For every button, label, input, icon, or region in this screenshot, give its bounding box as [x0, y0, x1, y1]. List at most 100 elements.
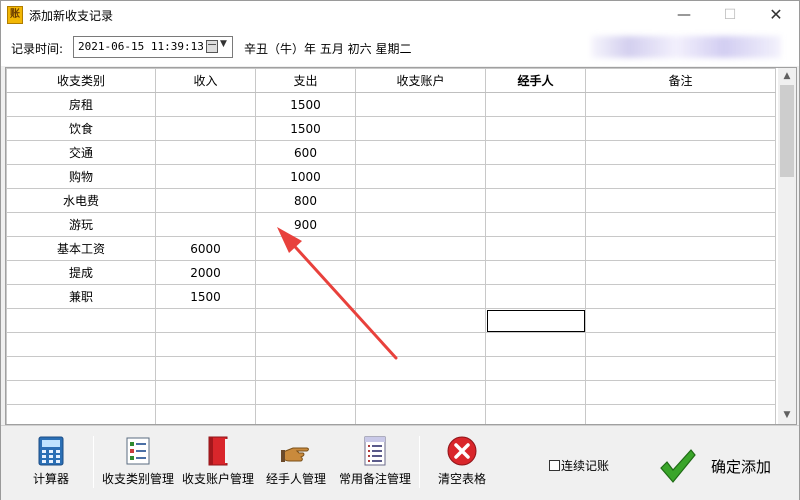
cell-account[interactable] [355, 260, 486, 285]
cell-category[interactable]: 兼职 [6, 284, 156, 309]
cell-handler[interactable] [485, 380, 586, 405]
cell-account[interactable] [355, 332, 486, 357]
cell-category[interactable] [6, 380, 156, 405]
remark-management-button[interactable]: 常用备注管理 [337, 434, 413, 494]
cell-handler[interactable] [485, 332, 586, 357]
table-row[interactable]: 交通 600 [6, 140, 776, 165]
cell-account[interactable] [355, 356, 486, 381]
cell-handler[interactable] [485, 308, 586, 333]
cell-expense[interactable] [255, 380, 356, 405]
cell-remark[interactable] [585, 116, 776, 141]
cell-remark[interactable] [585, 188, 776, 213]
cell-expense[interactable] [255, 356, 356, 381]
cell-expense[interactable]: 800 [255, 188, 356, 213]
close-button[interactable]: ✕ [753, 1, 799, 30]
continuous-entry-checkbox[interactable]: 连续记账 [549, 457, 609, 474]
table-row[interactable] [6, 404, 776, 424]
cell-income[interactable] [155, 356, 256, 381]
table-row[interactable]: 购物 1000 [6, 164, 776, 189]
column-header-remark[interactable]: 备注 [585, 68, 776, 93]
table-row[interactable] [6, 332, 776, 357]
cell-account[interactable] [355, 380, 486, 405]
cell-account[interactable] [355, 236, 486, 261]
cell-income[interactable] [155, 332, 256, 357]
scrollbar-thumb[interactable] [780, 85, 794, 177]
cell-handler[interactable] [485, 164, 586, 189]
cell-account[interactable] [355, 188, 486, 213]
cell-account[interactable] [355, 404, 486, 424]
cell-handler[interactable] [485, 140, 586, 165]
cell-remark[interactable] [585, 236, 776, 261]
cell-category[interactable] [6, 404, 156, 424]
cell-remark[interactable] [585, 332, 776, 357]
record-grid[interactable]: 收支类别 收入 支出 收支账户 经手人 备注 房租 1500 饮食 1500 交通 600… [5, 67, 797, 425]
cell-account[interactable] [355, 116, 486, 141]
column-header-expense[interactable]: 支出 [255, 68, 356, 93]
cell-expense[interactable]: 1500 [255, 116, 356, 141]
clear-table-button[interactable]: 清空表格 [433, 434, 491, 494]
cell-expense[interactable] [255, 260, 356, 285]
cell-income[interactable] [155, 404, 256, 424]
cell-account[interactable] [355, 164, 486, 189]
cell-remark[interactable] [585, 404, 776, 424]
cell-expense[interactable] [255, 284, 356, 309]
checkbox-box[interactable] [549, 460, 560, 471]
maximize-button[interactable]: ☐ [707, 1, 753, 30]
cell-income[interactable]: 1500 [155, 284, 256, 309]
cell-income[interactable] [155, 380, 256, 405]
cell-account[interactable] [355, 92, 486, 117]
category-management-button[interactable]: 收支类别管理 [99, 434, 177, 494]
confirm-add-button[interactable]: 确定添加 [657, 444, 787, 490]
cell-category[interactable]: 提成 [6, 260, 156, 285]
cell-handler[interactable] [485, 116, 586, 141]
cell-expense[interactable]: 600 [255, 140, 356, 165]
cell-remark[interactable] [585, 212, 776, 237]
cell-income[interactable] [155, 116, 256, 141]
table-row[interactable]: 基本工资 6000 [6, 236, 776, 261]
cell-category[interactable] [6, 356, 156, 381]
calculator-button[interactable]: 计算器 [23, 434, 79, 494]
cell-remark[interactable] [585, 380, 776, 405]
cell-category[interactable]: 购物 [6, 164, 156, 189]
table-row[interactable] [6, 308, 776, 333]
cell-remark[interactable] [585, 284, 776, 309]
scroll-up-arrow-icon[interactable]: ▲ [778, 68, 796, 85]
cell-category[interactable] [6, 332, 156, 357]
cell-expense[interactable]: 1500 [255, 92, 356, 117]
cell-handler[interactable] [485, 284, 586, 309]
cell-category[interactable]: 交通 [6, 140, 156, 165]
account-management-button[interactable]: 收支账户管理 [179, 434, 257, 494]
cell-income[interactable] [155, 308, 256, 333]
cell-handler[interactable] [485, 404, 586, 424]
column-header-category[interactable]: 收支类别 [6, 68, 156, 93]
cell-handler[interactable] [485, 212, 586, 237]
cell-expense[interactable]: 900 [255, 212, 356, 237]
cell-remark[interactable] [585, 260, 776, 285]
table-row[interactable]: 水电费 800 [6, 188, 776, 213]
cell-remark[interactable] [585, 140, 776, 165]
chevron-down-icon[interactable]: ▼ [220, 39, 227, 49]
cell-expense[interactable] [255, 308, 356, 333]
cell-account[interactable] [355, 284, 486, 309]
cell-category[interactable]: 房租 [6, 92, 156, 117]
column-header-account[interactable]: 收支账户 [355, 68, 486, 93]
cell-income[interactable] [155, 140, 256, 165]
cell-handler[interactable] [485, 356, 586, 381]
cell-income[interactable]: 6000 [155, 236, 256, 261]
cell-account[interactable] [355, 308, 486, 333]
cell-handler[interactable] [485, 92, 586, 117]
table-row[interactable]: 兼职 1500 [6, 284, 776, 309]
cell-income[interactable]: 2000 [155, 260, 256, 285]
calendar-icon[interactable] [206, 40, 218, 53]
table-row[interactable]: 饮食 1500 [6, 116, 776, 141]
handler-management-button[interactable]: 经手人管理 [263, 434, 329, 494]
table-row[interactable]: 房租 1500 [6, 92, 776, 117]
cell-income[interactable] [155, 92, 256, 117]
cell-remark[interactable] [585, 164, 776, 189]
table-row[interactable] [6, 356, 776, 381]
cell-category[interactable]: 饮食 [6, 116, 156, 141]
cell-remark[interactable] [585, 92, 776, 117]
cell-expense[interactable] [255, 332, 356, 357]
cell-handler[interactable] [485, 260, 586, 285]
cell-account[interactable] [355, 140, 486, 165]
